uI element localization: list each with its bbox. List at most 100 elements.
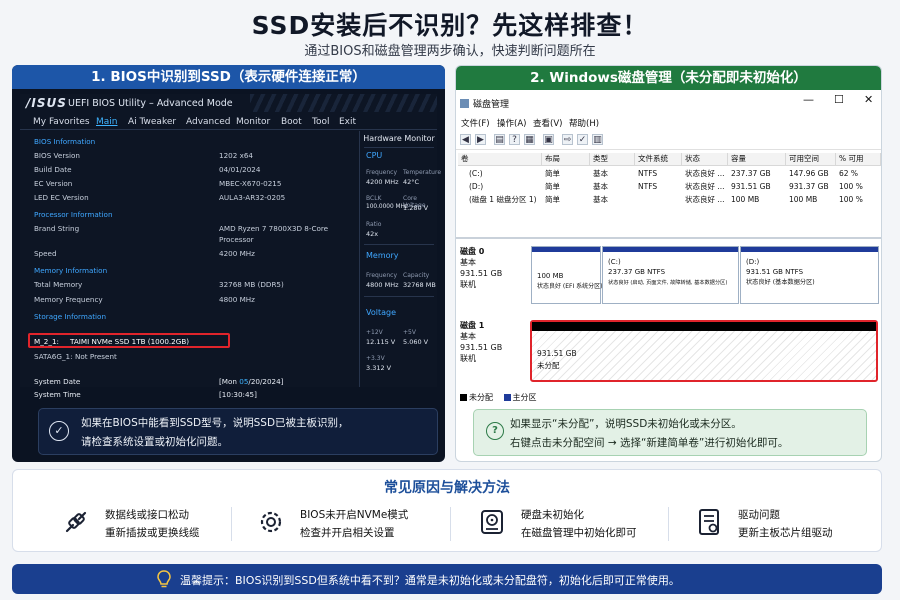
table-cell: 基本 — [593, 169, 608, 178]
col-capacity[interactable]: 容量 — [728, 153, 786, 166]
properties-icon[interactable]: ▣ — [543, 134, 554, 145]
list-view-icon[interactable]: ▤ — [494, 134, 505, 145]
bios-row-memory-frequency: Memory Frequency 4800 MHz — [34, 295, 255, 304]
row-value: AMD Ryzen 7 7800X3D 8-Core — [219, 224, 329, 233]
col-status[interactable]: 状态 — [682, 153, 728, 166]
unallocated-swatch — [460, 394, 467, 401]
hm-value: 1.280 V — [403, 204, 429, 212]
settings-icon[interactable]: ▥ — [592, 134, 603, 145]
hm-value: 4800 MHz — [366, 281, 399, 289]
hm-label: Frequency — [366, 169, 397, 176]
disk-name: 磁盘 1 — [460, 321, 485, 330]
disk-1-row: 磁盘 1 基本 931.51 GB 联机 931.51 GB 未分配 — [456, 242, 881, 392]
row-value-continued: Processor — [219, 235, 254, 244]
window-title: 磁盘管理 — [460, 97, 509, 110]
disk-size: 931.51 GB — [460, 343, 503, 352]
table-cell: 简单 — [545, 195, 560, 204]
bios-note: ✓ 如果在BIOS中能看到SSD型号，说明SSD已被主板识别， 请检查系统设置或… — [38, 408, 438, 455]
col-layout[interactable]: 布局 — [542, 153, 590, 166]
back-arrow-icon[interactable]: ◀ — [460, 134, 471, 145]
row-value: AULA3-AR32-0205 — [219, 193, 286, 202]
common-causes: 常见原因与解决方法 数据线或接口松动 重新插拔或更换线缆 BIOS未开启NVMe… — [12, 469, 882, 552]
gear-icon — [260, 511, 282, 533]
driver-icon — [699, 509, 719, 535]
window-menu-bar: 文件(F) 操作(A) 查看(V) 帮助(H) — [456, 115, 881, 130]
col-volume[interactable]: 卷 — [458, 153, 542, 166]
col-type[interactable]: 类型 — [590, 153, 635, 166]
bios-note-line2: 请检查系统设置或初始化问题。 — [81, 436, 228, 448]
disk-status: 联机 — [460, 354, 476, 363]
hardware-monitor-title: Hardware Monitor — [363, 134, 435, 143]
unallocated-space[interactable]: 931.51 GB 未分配 — [530, 320, 878, 382]
primary-swatch — [503, 394, 511, 401]
table-cell: 基本 — [593, 195, 608, 204]
cause-desc: 在磁盘管理中初始化即可 — [521, 527, 637, 539]
bios-menu-advanced[interactable]: Advanced — [186, 117, 230, 127]
maximize-button[interactable]: ☐ — [834, 93, 844, 106]
bios-row-bios-version: BIOS Version 1202 x64 — [34, 151, 253, 160]
check-circle-icon: ✓ — [49, 421, 69, 441]
unallocated-size: 931.51 GB — [537, 349, 577, 358]
help-icon[interactable]: ? — [509, 134, 520, 145]
bios-row-sata6g-1: SATA6G_1: Not Present — [34, 352, 117, 361]
bios-menu-my-favorites[interactable]: My Favorites — [33, 117, 90, 127]
splitter[interactable] — [456, 237, 881, 239]
window-title-text: 磁盘管理 — [473, 100, 510, 110]
volume-table: 卷 布局 类型 文件系统 状态 容量 可用空间 % 可用 (C:) 简单 基本 … — [458, 153, 881, 231]
divider — [364, 296, 434, 297]
hm-label: Capacity — [403, 272, 430, 279]
bios-section-bios-info: BIOS Information — [34, 137, 96, 146]
col-filesystem[interactable]: 文件系统 — [635, 153, 682, 166]
cable-icon — [65, 511, 87, 533]
bios-menu-exit[interactable]: Exit — [339, 117, 356, 127]
connect-icon[interactable]: ⇨ — [562, 134, 573, 145]
bios-row-build-date: Build Date 04/01/2024 — [34, 165, 260, 174]
bios-row-m2-1[interactable]: M_2_1: TAIMI NVMe SSD 1TB (1000.2GB) — [34, 337, 189, 346]
menu-action[interactable]: 操作(A) — [497, 117, 526, 129]
table-cell: 100 MB — [731, 195, 760, 204]
table-cell: NTFS — [638, 169, 658, 178]
toolbar: ◀ ▶ ▤ ? ▦ ▣ ⇨ ✓ ▥ — [456, 130, 881, 150]
hardware-monitor: Hardware Monitor CPU Frequency Temperatu… — [359, 131, 441, 387]
bios-menu-monitor[interactable]: Monitor — [236, 117, 270, 127]
tip-bar: 温馨提示：BIOS识别到SSD但系统中看不到？通常是未初始化或未分配盘符，初始化… — [12, 564, 882, 594]
col-percent-free[interactable]: % 可用 — [836, 153, 881, 166]
bios-menu-ai-tweaker[interactable]: Ai Tweaker — [128, 117, 176, 127]
col-free-space[interactable]: 可用空间 — [786, 153, 836, 166]
hm-label: +12V — [366, 329, 383, 336]
menu-file[interactable]: 文件(F) — [461, 117, 490, 129]
row-label: System Date — [34, 377, 81, 386]
hm-value: 42x — [366, 230, 379, 238]
table-cell: (D:) — [469, 182, 484, 191]
menu-view[interactable]: 查看(V) — [533, 117, 562, 129]
row-value: [10:30:45] — [219, 390, 257, 399]
row-value: MBEC-X670-0215 — [219, 179, 282, 188]
row-label: Memory Frequency — [34, 295, 103, 304]
close-button[interactable]: ✕ — [864, 93, 873, 106]
bios-menu-main[interactable]: Main — [96, 117, 118, 127]
bios-row-system-date[interactable]: System Date [Mon 05/20/2024] — [34, 377, 284, 386]
menu-help[interactable]: 帮助(H) — [569, 117, 599, 129]
minimize-button[interactable]: — — [803, 93, 814, 106]
bios-menu-boot[interactable]: Boot — [281, 117, 302, 127]
bios-title: UEFI BIOS Utility – Advanced Mode — [68, 98, 233, 109]
bios-menu-tool[interactable]: Tool — [312, 117, 329, 127]
forward-arrow-icon[interactable]: ▶ — [475, 134, 486, 145]
row-label: Total Memory — [34, 280, 83, 289]
cause-title: 驱动问题 — [738, 509, 780, 521]
table-cell: 931.51 GB — [731, 182, 771, 191]
bios-panel-heading: 1. BIOS中识别到SSD（表示硬件连接正常） — [12, 65, 445, 89]
check-icon[interactable]: ✓ — [577, 134, 588, 145]
hm-label: +5V — [403, 329, 416, 336]
disk-1-info[interactable]: 磁盘 1 基本 931.51 GB 联机 — [460, 320, 502, 364]
row-label: M_2_1: — [34, 337, 59, 346]
bios-row-system-time[interactable]: System Time [10:30:45] — [34, 390, 257, 399]
row-label: LED EC Version — [34, 193, 89, 202]
row-label: Build Date — [34, 165, 72, 174]
table-cell: 147.96 GB — [789, 169, 829, 178]
hm-value: 12.115 V — [366, 338, 396, 346]
hm-label: Ratio — [366, 221, 382, 228]
panel-view-icon[interactable]: ▦ — [524, 134, 535, 145]
table-cell: 931.37 GB — [789, 182, 829, 191]
table-cell: 状态良好 ... — [685, 195, 725, 204]
